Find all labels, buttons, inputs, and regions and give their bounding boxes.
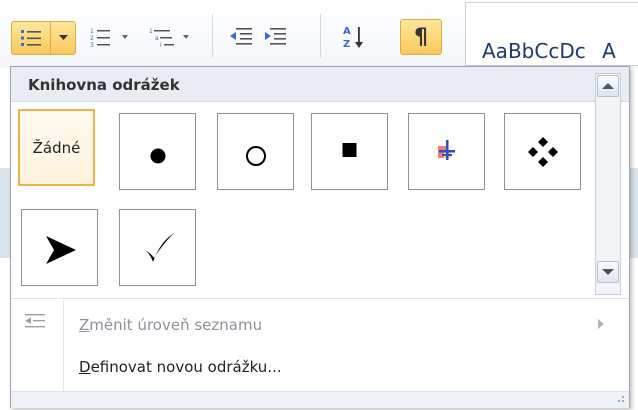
define-new-bullet-label: Definovat novou odrážku... — [79, 358, 282, 376]
chevron-up-icon — [602, 83, 614, 89]
sort-button[interactable]: A Z — [336, 19, 372, 55]
scroll-up-button[interactable] — [597, 75, 619, 97]
filled-circle-bullet-icon — [150, 148, 165, 163]
bullet-option-four-diamond[interactable] — [504, 113, 581, 190]
svg-text:3: 3 — [90, 42, 94, 48]
svg-text:Z: Z — [343, 39, 350, 50]
hollow-circle-bullet-icon — [245, 145, 266, 166]
checkmark-bullet-icon — [143, 232, 174, 262]
svg-text:a: a — [155, 35, 159, 42]
bullet-library-scrollbar[interactable] — [595, 73, 621, 295]
multilevel-list-button[interactable]: 1 a i — [148, 19, 204, 55]
chevron-right-icon — [598, 319, 604, 329]
multilevel-list-icon: 1 a i — [149, 28, 189, 48]
svg-text:A: A — [343, 26, 351, 37]
bullet-library-header: Knihovna odrážek — [11, 67, 629, 102]
bullets-split-button[interactable] — [11, 21, 76, 55]
pilcrow-icon: ¶ — [414, 24, 428, 50]
change-list-level-label: Změnit úroveň seznamu — [79, 316, 263, 334]
bullet-option-arrowhead[interactable] — [21, 209, 98, 286]
numbering-button[interactable]: 1 2 3 — [86, 19, 138, 55]
define-new-bullet-menu-item[interactable]: Definovat novou odrážku... — [11, 347, 629, 387]
filled-square-bullet-icon — [342, 142, 356, 157]
decrease-indent-icon — [230, 28, 252, 45]
ribbon-divider — [320, 14, 321, 58]
bullet-library-title: Knihovna odrážek — [28, 76, 180, 94]
bullet-option-none[interactable]: Žádné — [18, 109, 95, 186]
svg-text:2: 2 — [90, 35, 94, 42]
bullet-list-icon — [21, 30, 41, 46]
bullet-option-filled-circle[interactable] — [119, 113, 196, 190]
decrease-indent-button[interactable] — [226, 19, 256, 55]
show-formatting-button[interactable]: ¶ — [400, 19, 442, 55]
change-list-level-menu-item[interactable]: Změnit úroveň seznamu — [11, 305, 629, 345]
menu-separator — [11, 298, 629, 299]
chevron-down-icon — [58, 35, 68, 40]
style-sample-normal[interactable]: AaBbCcDc A — [482, 39, 616, 63]
ribbon-paragraph-group: 1 2 3 1 a i A Z ¶ AaBbCcDc A — [0, 0, 638, 68]
bullet-option-hollow-circle[interactable] — [217, 113, 294, 190]
bullet-library-dropdown: Knihovna odrážek Žádné Změnit úroveň sez… — [10, 66, 630, 408]
bullets-button[interactable] — [12, 22, 51, 54]
increase-indent-button[interactable] — [260, 19, 290, 55]
arrowhead-bullet-icon — [45, 235, 76, 264]
svg-text:1: 1 — [149, 28, 153, 35]
resize-grip-icon[interactable] — [613, 395, 625, 405]
four-diamond-bullet-icon — [527, 136, 558, 167]
bullet-option-filled-square[interactable] — [311, 113, 388, 190]
increase-indent-icon — [265, 28, 286, 45]
styles-gallery[interactable]: AaBbCcDc A — [465, 2, 638, 66]
colorful-cross-bullet-icon — [437, 139, 455, 160]
chevron-down-icon — [602, 269, 614, 275]
numbered-list-icon: 1 2 3 — [90, 28, 128, 48]
bullet-option-colorful-cross[interactable] — [408, 113, 485, 190]
bullet-option-checkmark[interactable] — [119, 209, 196, 286]
scroll-down-button[interactable] — [597, 261, 619, 283]
style-sample-next: A — [602, 39, 616, 63]
svg-text:i: i — [160, 42, 162, 48]
change-list-level-icon — [25, 314, 45, 328]
dropdown-resize-footer — [11, 391, 629, 408]
ribbon-divider — [212, 14, 213, 58]
sort-az-icon: A Z — [343, 26, 363, 50]
bullets-dropdown-button[interactable] — [51, 35, 75, 41]
bullet-option-label: Žádné — [32, 138, 81, 157]
svg-text:1: 1 — [90, 28, 94, 35]
